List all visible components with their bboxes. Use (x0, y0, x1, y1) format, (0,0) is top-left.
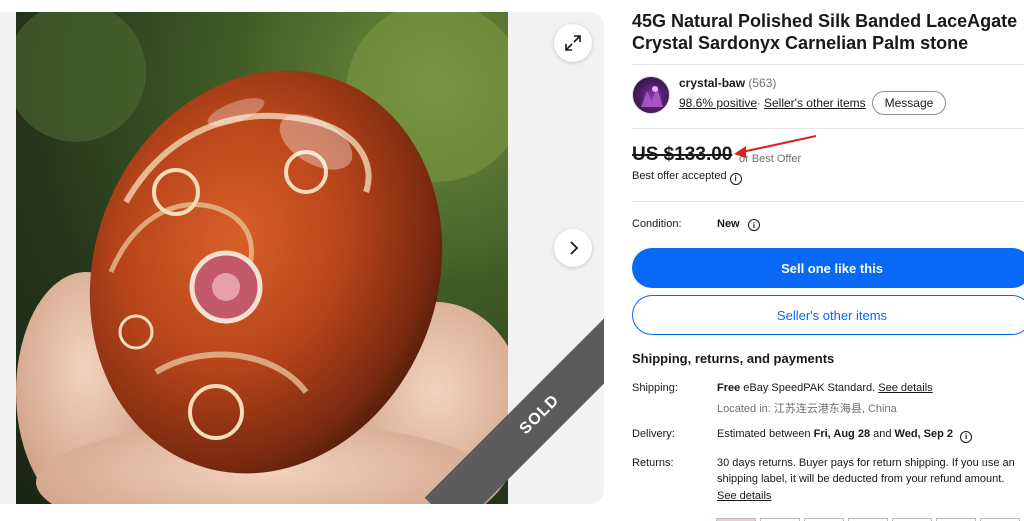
returns-label: Returns: (632, 457, 674, 469)
located-value: 江苏连云港东海县, China (773, 403, 897, 415)
condition-info-icon[interactable]: i (748, 219, 760, 231)
shipping-value: Free eBay SpeedPAK Standard. See details (717, 382, 933, 394)
best-offer-accepted-text: Best offer accepted (632, 170, 727, 182)
expand-image-button[interactable] (554, 24, 592, 62)
positive-feedback-link[interactable]: 98.6% positive (679, 96, 757, 110)
seller-feedback-count: (563) (748, 76, 777, 90)
best-offer-accepted: Best offer accepted i (632, 170, 742, 185)
annotation-arrow-icon (734, 135, 817, 158)
delivery-from: Fri, Aug 28 (813, 428, 871, 440)
avatar-image (641, 86, 663, 107)
shipping-heading: Shipping, returns, and payments (632, 351, 835, 366)
expand-icon (565, 35, 581, 51)
shipping-method: eBay SpeedPAK Standard. (740, 382, 879, 394)
shipping-free: Free (717, 382, 741, 394)
seller-name[interactable]: crystal-baw (563) (679, 76, 776, 90)
condition-label: Condition: (632, 218, 682, 230)
delivery-info-icon[interactable]: i (960, 430, 973, 443)
next-image-button[interactable] (554, 229, 592, 267)
divider (632, 64, 1024, 65)
image-gallery: SOLD (0, 12, 604, 504)
delivery-value: Estimated between Fri, Aug 28 and Wed, S… (717, 428, 973, 443)
returns-line-2: shipping label, it will be deducted from… (717, 473, 1005, 485)
chevron-right-icon (570, 241, 579, 255)
listing-panel: 45G Natural Polished Silk Banded LaceAga… (632, 10, 1024, 54)
condition-value: New (717, 218, 740, 230)
divider (632, 201, 1024, 202)
returns-line-1: 30 days returns. Buyer pays for return s… (717, 457, 1015, 469)
sell-one-like-this-button[interactable]: Sell one like this (632, 248, 1024, 288)
delivery-to: Wed, Sep 2 (894, 428, 954, 440)
sold-ribbon-text: SOLD (516, 391, 563, 438)
located-in: Located in: 江苏连云港东海县, China (717, 400, 897, 416)
delivery-label: Delivery: (632, 428, 675, 440)
divider (632, 128, 1024, 129)
agate-stone-illustration (16, 12, 508, 504)
delivery-prefix: Estimated between (717, 428, 814, 440)
seller-info: crystal-baw (563) 98.6% positive · Selle… (632, 76, 1024, 116)
message-button[interactable]: Message (872, 91, 946, 115)
sellers-other-items-button[interactable]: Seller's other items (632, 295, 1024, 335)
seller-name-text[interactable]: crystal-baw (679, 76, 745, 90)
info-icon[interactable]: i (729, 172, 742, 185)
seller-other-items-link[interactable]: Seller's other items (764, 96, 866, 110)
returns-see-details-link[interactable]: See details (717, 490, 771, 502)
separator-dot: · (757, 96, 761, 110)
product-photo[interactable] (16, 12, 508, 504)
shipping-see-details-link[interactable]: See details (878, 382, 932, 394)
located-label: Located in: (717, 403, 774, 415)
listing-title: 45G Natural Polished Silk Banded LaceAga… (632, 11, 1018, 53)
seller-avatar[interactable] (632, 76, 670, 114)
shipping-label: Shipping: (632, 382, 678, 394)
price: US $133.00 (632, 144, 733, 165)
delivery-and: and (870, 428, 895, 440)
